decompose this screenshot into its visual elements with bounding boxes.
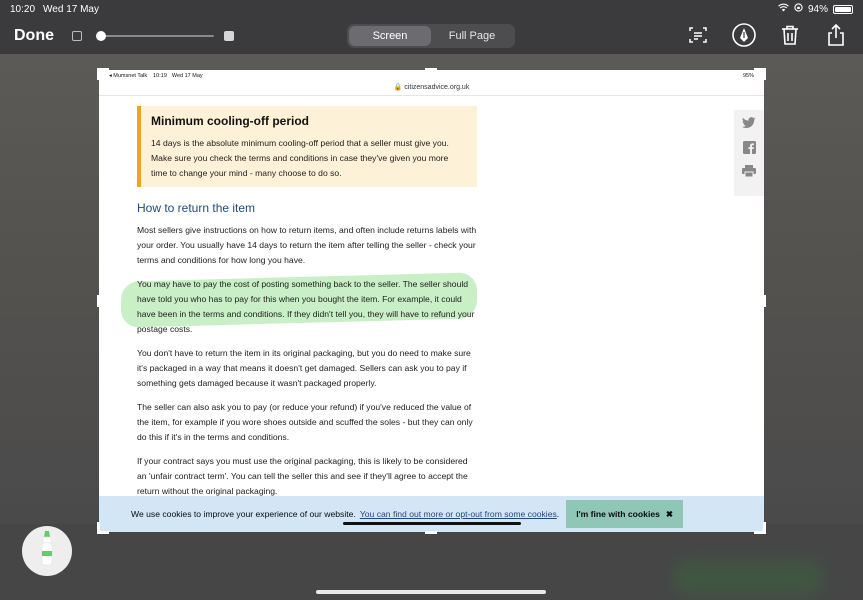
trash-icon[interactable] (777, 22, 803, 48)
markup-pen-icon[interactable] (731, 22, 757, 48)
crop-handle-bl-v[interactable] (97, 522, 100, 534)
orientation-lock-icon (794, 3, 803, 15)
page-slider[interactable] (96, 29, 214, 43)
close-icon: ✖ (665, 508, 674, 519)
accept-cookies-label: I'm fine with cookies (576, 509, 660, 519)
toolbar-icons (685, 22, 849, 48)
screenshot-time: 10:19 (153, 73, 167, 79)
facebook-icon[interactable] (742, 140, 756, 154)
callout-body: 14 days is the absolute minimum cooling-… (151, 138, 449, 178)
markup-tool-button[interactable] (22, 526, 72, 576)
twitter-icon[interactable] (742, 116, 756, 130)
slider-track (96, 35, 214, 37)
paragraph: You don't have to return the item in its… (137, 348, 471, 388)
status-date: Wed 17 May (43, 3, 99, 15)
screenshot-status-bar: ◂ Mumsnet Talk 10:19 Wed 17 May 95% (99, 70, 764, 82)
tab-full-page[interactable]: Full Page (431, 26, 513, 46)
screenshot-battery: 95% (742, 73, 754, 79)
crop-handle-top[interactable] (425, 68, 437, 71)
status-time: 10:20 (10, 3, 36, 15)
battery-percent: 94% (807, 3, 828, 15)
crop-handle-bottom[interactable] (425, 531, 437, 534)
crop-handle-tr-v[interactable] (763, 68, 766, 80)
paragraph: Most sellers give instructions on how to… (137, 225, 477, 265)
home-indicator[interactable] (316, 590, 546, 594)
paragraph: If your contract says you must use the o… (137, 456, 468, 496)
section-heading: How to return the item (137, 201, 256, 215)
crop-handle-tl-v[interactable] (97, 68, 100, 80)
screenshot-app-back: ◂ Mumsnet Talk (109, 73, 148, 79)
slider-knob[interactable] (96, 31, 106, 41)
tab-screen[interactable]: Screen (349, 26, 431, 46)
screenshot-url: citizensadvice.org.uk (404, 84, 470, 91)
screenshot-date: Wed 17 May (171, 73, 203, 79)
paragraph-highlighted: You may have to pay the cost of posting … (137, 279, 475, 334)
crop-text-icon[interactable] (685, 22, 711, 48)
cookie-suffix: . (556, 509, 560, 519)
background-blob (673, 560, 823, 596)
crop-handle-br-v[interactable] (763, 522, 766, 534)
paragraph: The seller can also ask you to pay (or r… (137, 402, 473, 442)
battery-icon (833, 4, 853, 14)
cookie-banner: We use cookies to improve your experienc… (99, 496, 764, 532)
markup-toolbar: Done Screen Full Page (0, 18, 863, 54)
callout-title: Minimum cooling-off period (151, 114, 309, 128)
wifi-icon (778, 3, 789, 15)
cookie-optout-link[interactable]: You can find out more or opt-out from so… (360, 509, 557, 519)
status-bar: 10:20 Wed 17 May 94% (0, 0, 863, 18)
screenshot-canvas[interactable]: ◂ Mumsnet Talk 10:19 Wed 17 May 95% 🔒 ci… (99, 70, 764, 532)
cookie-text: We use cookies to improve your experienc… (131, 509, 356, 519)
crop-handle-right[interactable] (763, 295, 766, 307)
screen-fullpage-segment: Screen Full Page (347, 24, 515, 48)
highlighted-block: You may have to pay the cost of posting … (121, 272, 477, 337)
cooling-off-callout: Minimum cooling-off period 14 days is th… (137, 106, 477, 187)
article-content: Minimum cooling-off period 14 days is th… (121, 106, 477, 508)
checkbox-icon[interactable] (72, 31, 82, 41)
screenshot-home-indicator (343, 522, 521, 525)
status-right: 94% (778, 3, 853, 15)
highlighter-pen-icon (39, 529, 55, 574)
square-icon[interactable] (224, 31, 234, 41)
crop-handle-left[interactable] (97, 295, 100, 307)
share-sidebar (734, 110, 764, 196)
lock-icon: 🔒 (393, 84, 403, 91)
screenshot-url-bar: 🔒 citizensadvice.org.uk (99, 82, 764, 96)
done-button[interactable]: Done (14, 27, 54, 45)
accept-cookies-button[interactable]: I'm fine with cookies ✖ (566, 500, 684, 528)
share-icon[interactable] (823, 22, 849, 48)
print-icon[interactable] (742, 164, 756, 178)
